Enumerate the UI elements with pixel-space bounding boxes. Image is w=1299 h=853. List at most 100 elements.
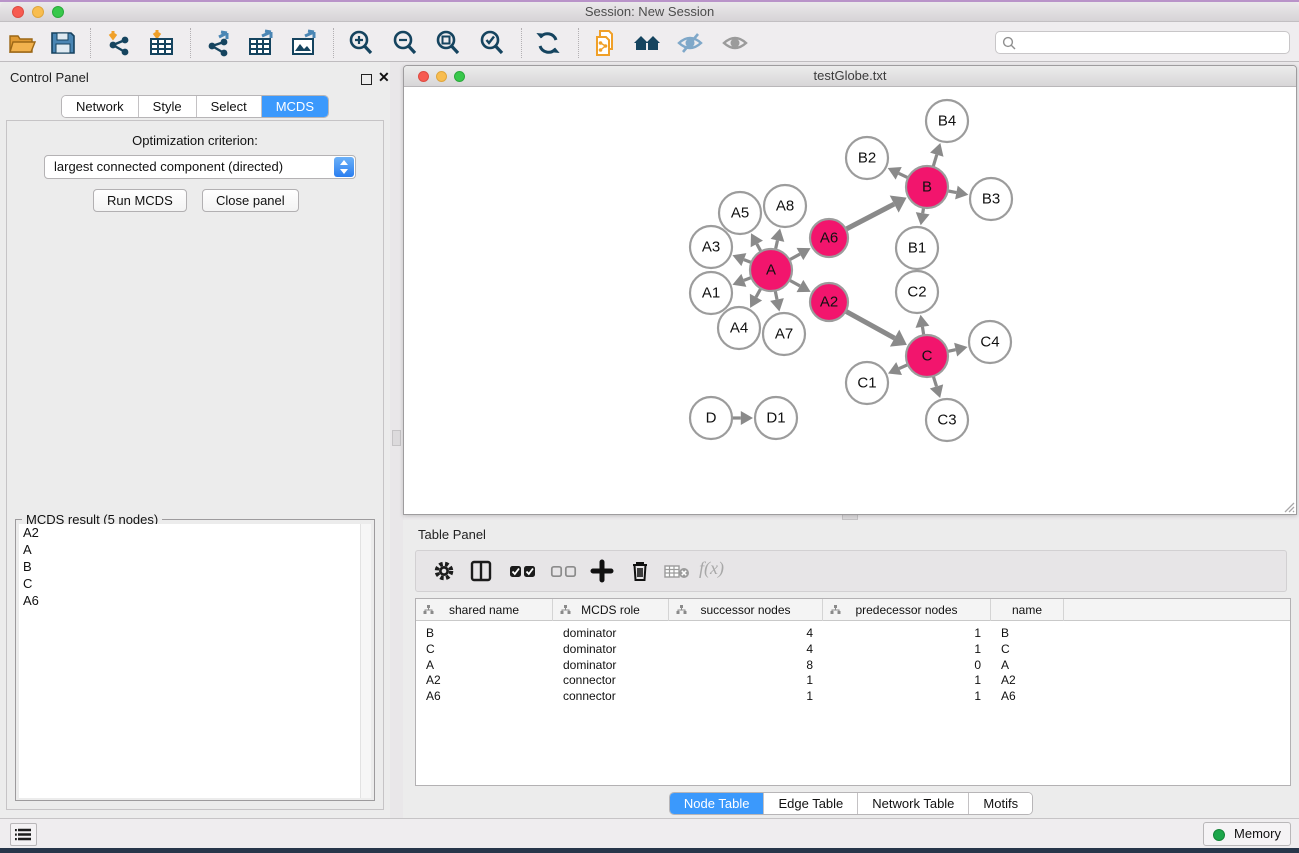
tab-mcds[interactable]: MCDS xyxy=(262,96,328,117)
minimize-window-button[interactable] xyxy=(32,6,44,18)
zoom-window-button[interactable] xyxy=(52,6,64,18)
table-cell[interactable]: A xyxy=(991,657,1064,673)
zoom-selected-icon[interactable] xyxy=(478,29,506,57)
export-table-icon[interactable] xyxy=(247,29,275,57)
select-all-columns-icon[interactable] xyxy=(508,559,538,583)
tab-edge-table[interactable]: Edge Table xyxy=(764,793,858,814)
table-cell[interactable]: 1 xyxy=(823,688,991,704)
table-cell[interactable]: B xyxy=(991,625,1064,641)
table-cell[interactable]: 8 xyxy=(669,657,823,673)
column-header-MCDS-role[interactable]: MCDS role xyxy=(553,599,669,621)
export-image-icon[interactable] xyxy=(290,29,318,57)
vertical-splitter[interactable] xyxy=(390,62,404,818)
table-row[interactable]: A2connector11A2 xyxy=(416,672,1290,688)
table-cell[interactable]: A2 xyxy=(416,672,553,688)
zoom-network-window-button[interactable] xyxy=(454,71,465,82)
hide-selected-icon[interactable] xyxy=(676,29,704,57)
table-cell[interactable]: 1 xyxy=(823,625,991,641)
table-row[interactable]: A6connector11A6 xyxy=(416,688,1290,704)
mcds-result-item[interactable]: C xyxy=(19,575,362,592)
function-builder-icon[interactable]: f(x) xyxy=(699,558,724,579)
memory-button[interactable]: Memory xyxy=(1203,822,1291,846)
tab-select[interactable]: Select xyxy=(197,96,262,117)
import-table-icon[interactable] xyxy=(147,29,175,57)
table-cell[interactable]: A2 xyxy=(991,672,1064,688)
import-network-icon[interactable] xyxy=(105,29,133,57)
close-panel-button[interactable]: Close panel xyxy=(202,189,299,212)
table-cell[interactable]: C xyxy=(991,641,1064,657)
column-header-successor-nodes[interactable]: successor nodes xyxy=(669,599,823,621)
mcds-result-groupbox: MCDS result (5 nodes) A2ABCA6 xyxy=(15,519,375,801)
save-session-icon[interactable] xyxy=(49,29,77,57)
delete-table-icon[interactable] xyxy=(664,564,690,580)
window-title: Session: New Session xyxy=(0,2,1299,22)
table-cell[interactable]: 1 xyxy=(669,688,823,704)
table-cell[interactable]: 4 xyxy=(669,641,823,657)
new-network-from-selection-icon[interactable] xyxy=(592,29,620,57)
criterion-dropdown[interactable]: largest connected component (directed) xyxy=(44,155,356,179)
network-canvas[interactable]: B4B2BB3A5A8A6B1A3AA1C2A2A4A7C4CC1C3DD1 xyxy=(404,87,1296,514)
open-session-icon[interactable] xyxy=(8,29,36,57)
table-panel-tabs: Node TableEdge TableNetwork TableMotifs xyxy=(403,792,1299,815)
table-row[interactable]: Cdominator41C xyxy=(416,641,1290,657)
search-input[interactable] xyxy=(1020,33,1284,52)
column-header-shared-name[interactable]: shared name xyxy=(416,599,553,621)
mcds-result-item[interactable]: A6 xyxy=(19,592,362,609)
minimize-network-window-button[interactable] xyxy=(436,71,447,82)
mcds-list-scrollbar[interactable] xyxy=(360,524,371,798)
run-mcds-button[interactable]: Run MCDS xyxy=(93,189,187,212)
refresh-icon[interactable] xyxy=(534,29,562,57)
zoom-in-icon[interactable] xyxy=(347,29,375,57)
task-history-button[interactable] xyxy=(10,823,37,846)
zoom-fit-icon[interactable] xyxy=(434,29,462,57)
column-header-predecessor-nodes[interactable]: predecessor nodes xyxy=(823,599,991,621)
table-cell[interactable]: A xyxy=(416,657,553,673)
tab-network[interactable]: Network xyxy=(62,96,139,117)
graph-node-label: A4 xyxy=(730,320,748,337)
zoom-out-icon[interactable] xyxy=(391,29,419,57)
table-cell[interactable]: connector xyxy=(553,672,669,688)
graph-edge-C-C3 xyxy=(933,376,936,386)
close-panel-icon[interactable]: ✕ xyxy=(378,72,390,83)
table-cell[interactable]: C xyxy=(416,641,553,657)
table-row[interactable]: Adominator80A xyxy=(416,657,1290,673)
mcds-result-item[interactable]: A xyxy=(19,541,362,558)
table-cell[interactable]: 4 xyxy=(669,625,823,641)
vertical-splitter-handle[interactable] xyxy=(392,430,401,446)
tab-node-table[interactable]: Node Table xyxy=(670,793,765,814)
tab-style[interactable]: Style xyxy=(139,96,197,117)
table-cell[interactable]: 1 xyxy=(823,672,991,688)
table-cell[interactable]: 1 xyxy=(823,641,991,657)
table-cell[interactable]: dominator xyxy=(553,641,669,657)
table-cell[interactable]: B xyxy=(416,625,553,641)
deselect-all-columns-icon[interactable] xyxy=(549,559,579,583)
float-panel-icon[interactable] xyxy=(361,72,372,90)
close-window-button[interactable] xyxy=(12,6,24,18)
toolbar-separator xyxy=(333,28,334,58)
table-cell[interactable]: A6 xyxy=(416,688,553,704)
table-cell[interactable]: dominator xyxy=(553,625,669,641)
table-cell[interactable]: A6 xyxy=(991,688,1064,704)
column-header-name[interactable]: name xyxy=(991,599,1064,621)
window-resize-gripper[interactable] xyxy=(1282,500,1295,513)
mcds-result-item[interactable]: A2 xyxy=(19,524,362,541)
export-network-icon[interactable] xyxy=(205,29,233,57)
table-cell[interactable]: dominator xyxy=(553,657,669,673)
close-network-window-button[interactable] xyxy=(418,71,429,82)
tab-network-table[interactable]: Network Table xyxy=(858,793,969,814)
table-cell[interactable]: 0 xyxy=(823,657,991,673)
mcds-result-item[interactable]: B xyxy=(19,558,362,575)
show-all-icon[interactable] xyxy=(721,29,749,57)
table-cell[interactable]: 1 xyxy=(669,672,823,688)
delete-column-icon[interactable] xyxy=(628,559,652,583)
table-cell[interactable]: connector xyxy=(553,688,669,704)
graph-node-label: C3 xyxy=(937,412,956,429)
main-titlebar: Session: New Session xyxy=(0,2,1299,22)
mcds-result-list[interactable]: A2ABCA6 xyxy=(19,524,362,798)
first-neighbors-icon[interactable] xyxy=(633,29,661,57)
add-column-icon[interactable] xyxy=(590,559,614,583)
table-row[interactable]: Bdominator41B xyxy=(416,625,1290,641)
tab-motifs[interactable]: Motifs xyxy=(969,793,1032,814)
column-visibility-icon[interactable] xyxy=(469,559,493,583)
table-settings-gear-icon[interactable] xyxy=(432,559,456,583)
